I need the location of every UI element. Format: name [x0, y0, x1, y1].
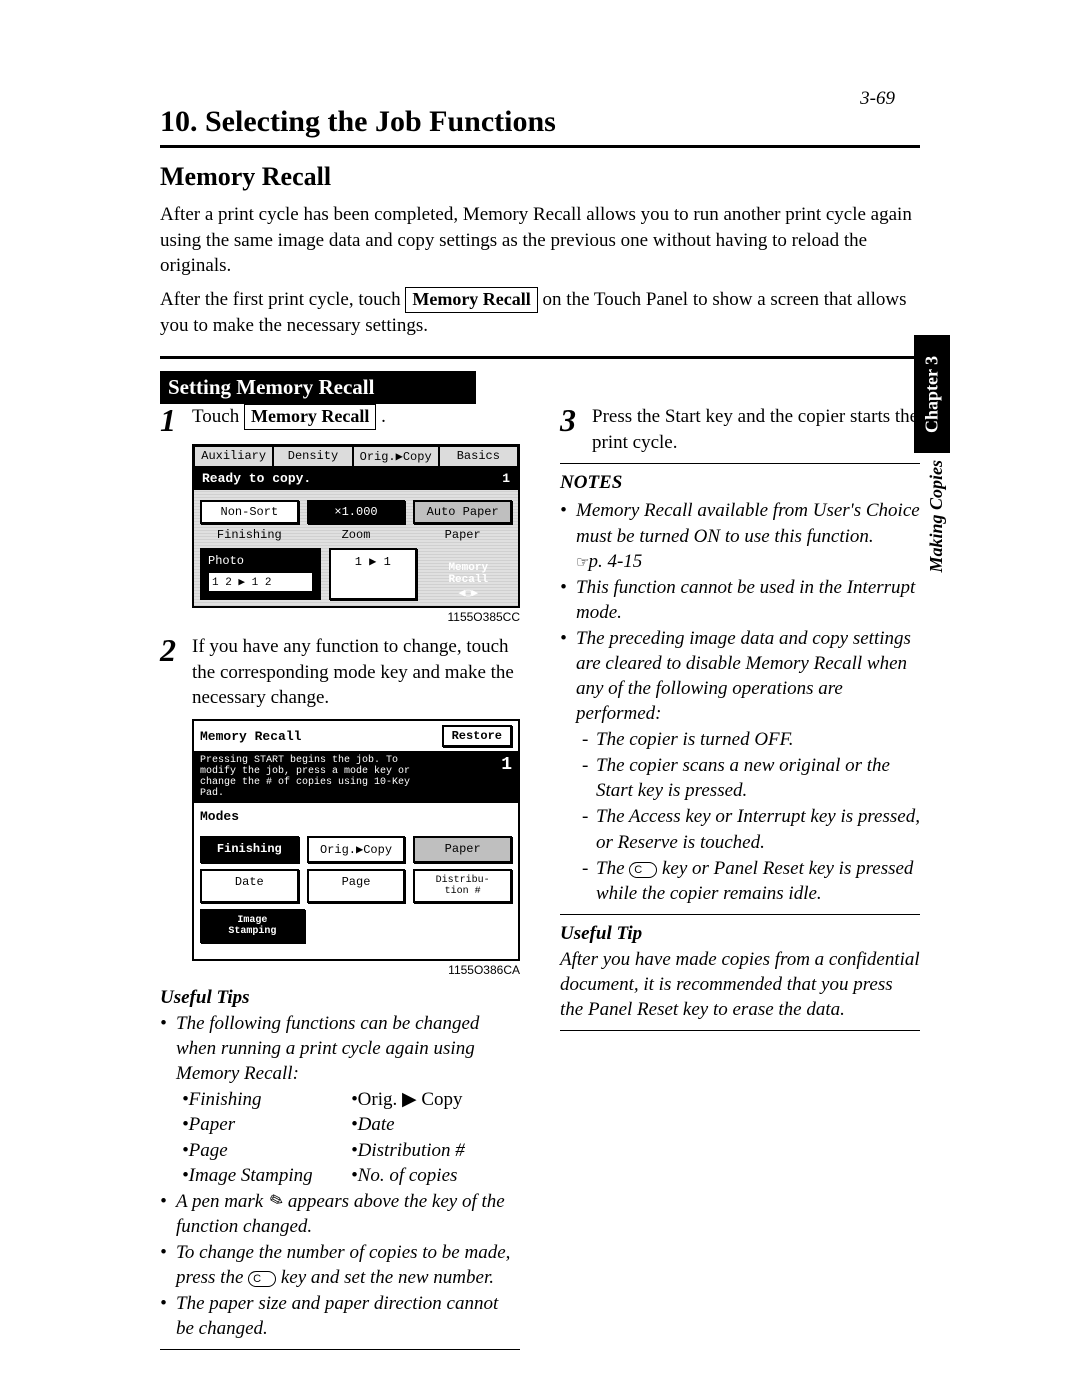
tab-density: Density: [273, 446, 352, 467]
tip-l-4: The paper size and paper direction canno…: [176, 1291, 520, 1341]
btn-non-sort: Non-Sort: [200, 500, 299, 524]
tip-l-3: To change the number of copies to be mad…: [176, 1240, 520, 1290]
photo-mode-box: Photo 1 2 ▶ 1 2: [200, 548, 321, 600]
step-number-2: 2: [160, 634, 192, 666]
tab-orig-copy: Orig.▶Copy: [353, 446, 439, 467]
touch-panel-screenshot-1: Auxiliary Density Orig.▶Copy Basics Read…: [192, 444, 520, 608]
notes-heading: NOTES: [560, 472, 920, 494]
procedure-heading: Setting Memory Recall: [160, 371, 476, 404]
c-key-icon: C: [248, 1271, 276, 1287]
restore-button: Restore: [442, 725, 512, 747]
screen2-info: Pressing START begins the job. To modify…: [200, 755, 434, 799]
fn-image-stamping: Image Stamping: [189, 1165, 313, 1186]
memory-recall-key: Memory Recall: [244, 404, 376, 430]
divider-thin-r1: [560, 463, 920, 464]
btn-finishing: Finishing: [200, 836, 299, 863]
btn-image-stamping: ImageStamping: [200, 909, 305, 943]
left-column: 1 Touch Memory Recall . Auxiliary Densit…: [160, 404, 520, 1358]
fn-date: Date: [358, 1114, 395, 1135]
divider: [160, 356, 920, 359]
note-3-4: The C key or Panel Reset key is pressed …: [596, 856, 920, 906]
divider-thin-r3: [560, 1030, 920, 1031]
useful-tips-heading: Useful Tips: [160, 987, 520, 1009]
section-title: 10. Selecting the Job Functions: [160, 105, 920, 148]
screen2-title: Memory Recall: [200, 729, 301, 744]
btn-page: Page: [307, 869, 406, 903]
btn-paper: Paper: [413, 836, 512, 863]
step-number-1: 1: [160, 404, 192, 436]
step-2: 2 If you have any function to change, to…: [160, 634, 520, 711]
step1-text-a: Touch: [192, 406, 244, 427]
note-3-1: The copier is turned OFF.: [596, 727, 794, 752]
document-page: 3-69 Chapter 3 Making Copies 10. Selecti…: [0, 0, 1080, 1397]
btn-zoom-value: ×1.000: [307, 500, 406, 524]
step2-text: If you have any function to change, touc…: [192, 634, 520, 711]
divider-thin-left: [160, 1349, 520, 1350]
note-3-3: The Access key or Interrupt key is press…: [596, 804, 920, 854]
sub-title: Memory Recall: [160, 162, 1010, 192]
tab-auxiliary: Auxiliary: [194, 446, 273, 467]
page-number: 3-69: [860, 88, 895, 110]
memory-recall-indicator: MemoryRecall◀▢▶: [425, 548, 513, 600]
useful-tip-text-r: After you have made copies from a confid…: [560, 947, 920, 1022]
touch-panel-screenshot-2: Memory Recall Restore Pressing START beg…: [192, 719, 520, 961]
btn-auto-paper: Auto Paper: [413, 500, 512, 524]
fn-paper: Paper: [189, 1114, 235, 1135]
btn-orig-copy: Orig.▶Copy: [307, 836, 406, 863]
fn-no-copies: No. of copies: [358, 1165, 458, 1186]
right-column: 3 Press the Start key and the copier sta…: [560, 404, 920, 1358]
ratio-display: 1 ▶ 1: [329, 548, 417, 600]
step-1: 1 Touch Memory Recall .: [160, 404, 520, 436]
btn-date: Date: [200, 869, 299, 903]
orientation-icons: 1 2 ▶ 1 2: [208, 572, 313, 592]
btn-distribution: Distribu-tion #: [413, 869, 512, 903]
label-zoom: Zoom: [307, 528, 406, 542]
label-finishing: Finishing: [200, 528, 299, 542]
note-1: Memory Recall available from User's Choi…: [576, 498, 920, 573]
modes-label: Modes: [194, 803, 518, 826]
memory-recall-button-label: Memory Recall: [405, 287, 537, 313]
step-number-3: 3: [560, 404, 592, 436]
intro-paragraph-2: After the first print cycle, touch Memor…: [160, 287, 920, 338]
step1-text-b: .: [381, 406, 386, 427]
status-text: Ready to copy.: [202, 471, 311, 486]
side-section-label: Making Copies: [926, 460, 947, 573]
intro-paragraph-1: After a print cycle has been completed, …: [160, 202, 920, 279]
step-3: 3 Press the Start key and the copier sta…: [560, 404, 920, 455]
photo-label: Photo: [208, 554, 244, 568]
intro-2a: After the first print cycle, touch: [160, 289, 405, 310]
divider-thin-r2: [560, 914, 920, 915]
note-3-2: The copier scans a new original or the S…: [596, 753, 920, 803]
useful-tip-heading-r: Useful Tip: [560, 923, 920, 945]
fn-orig-copy: Orig. ▶ Copy: [358, 1089, 463, 1110]
c-key-icon-2: C: [629, 862, 657, 878]
tip-l-1: The following functions can be changed w…: [176, 1011, 520, 1086]
tab-basics: Basics: [439, 446, 518, 467]
figure-id-1: 1155O385CC: [192, 610, 520, 624]
screen2-count: 1: [501, 755, 512, 799]
fn-finishing: Finishing: [189, 1089, 262, 1110]
copy-count: 1: [502, 471, 510, 486]
figure-id-2: 1155O386CA: [192, 963, 520, 977]
chapter-tab: Chapter 3: [914, 335, 950, 453]
fn-page: Page: [189, 1140, 228, 1161]
note-3: The preceding image data and copy settin…: [576, 626, 920, 726]
tip-l-2: A pen mark ✎ appears above the key of th…: [176, 1189, 520, 1239]
fn-distribution: Distribution #: [358, 1140, 465, 1161]
reference-icon: ☞: [576, 555, 588, 571]
note-2: This function cannot be used in the Inte…: [576, 575, 920, 625]
label-paper: Paper: [413, 528, 512, 542]
step3-text: Press the Start key and the copier start…: [592, 404, 920, 455]
